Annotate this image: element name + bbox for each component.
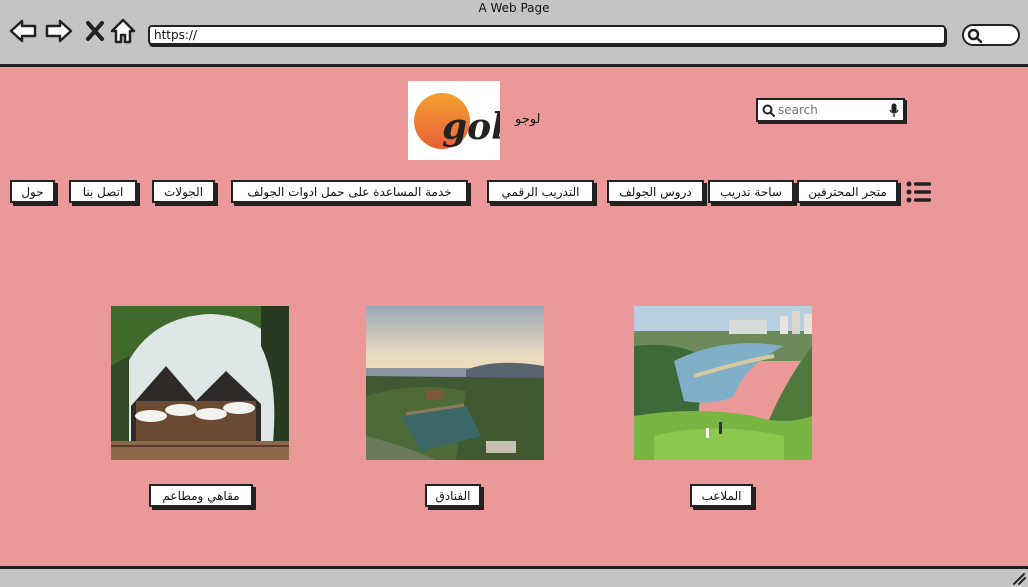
search-icon [967,28,983,44]
nav-digital-training[interactable]: التدريب الرقمي [487,180,594,203]
search-icon [762,104,775,117]
menu-list-icon[interactable] [906,181,932,203]
close-icon[interactable] [80,17,110,45]
browser-toolbar: A Web Page https:// [0,0,1028,67]
nav-practice-range[interactable]: ساحة تدريب [708,180,794,203]
hotels-button[interactable]: الفنادق [425,484,481,507]
search-box[interactable] [756,98,905,122]
microphone-icon[interactable] [889,103,899,118]
nav-about[interactable]: حول [10,180,55,203]
nav-pro-shop[interactable]: متجر المحترفين [797,180,898,203]
cafes-restaurants-button[interactable]: مقاهي ومطاعم [149,484,253,507]
back-arrow-icon[interactable] [8,17,38,45]
hotels-image[interactable] [366,306,544,460]
forward-arrow-icon[interactable] [44,17,74,45]
browser-search-field[interactable] [962,24,1020,46]
nav-caddie-service[interactable]: خدمة المساعدة على حمل ادوات الجولف [231,180,468,203]
nav-golf-lessons[interactable]: دروس الجولف [607,180,704,203]
search-input[interactable] [778,102,888,118]
url-input[interactable]: https:// [148,25,946,45]
svg-text:golf: golf [442,106,500,148]
courses-button[interactable]: الملاعب [690,484,753,507]
cafes-restaurants-image[interactable] [111,306,289,460]
golf-logo-icon: golf [414,93,526,149]
logo-label: لوجو [515,112,541,127]
nav-tours[interactable]: الجولات [152,180,215,203]
nav-contact-us[interactable]: اتصل بنا [69,180,137,203]
resize-grip-icon[interactable] [1012,573,1026,585]
golf-course-image[interactable] [634,306,812,460]
logo[interactable]: golf [408,81,526,160]
window-title: A Web Page [478,1,550,15]
home-icon[interactable] [108,17,138,45]
status-bar [0,566,1028,587]
page-content: golf لوجو متجر المحترفين ساحة تدريب دروس… [0,67,1028,567]
